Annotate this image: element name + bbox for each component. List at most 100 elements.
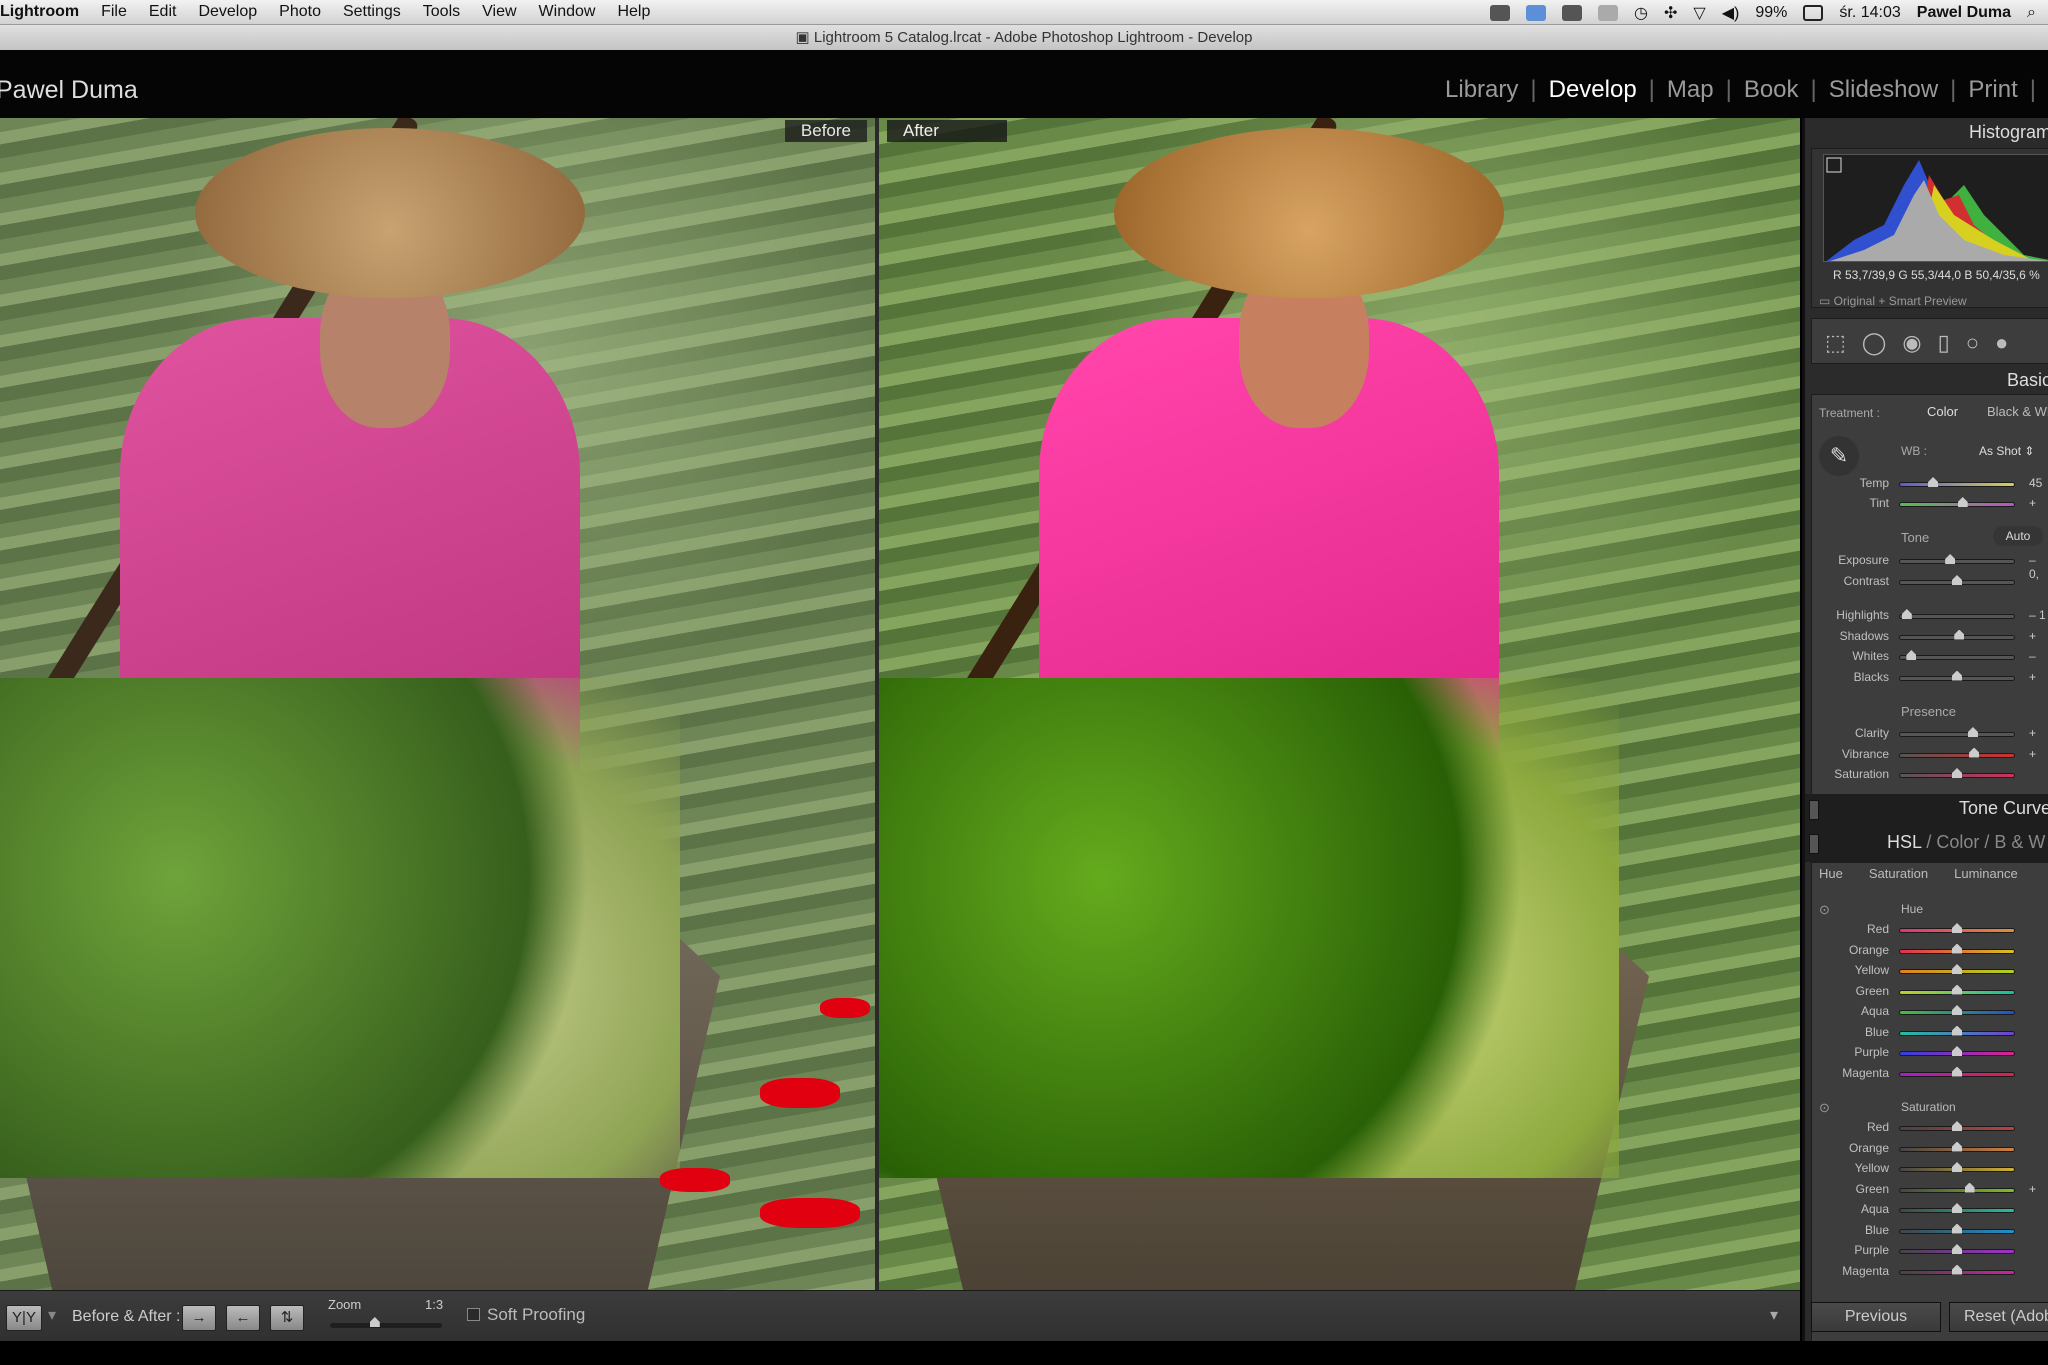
shadows-slider[interactable] bbox=[1899, 629, 2015, 640]
graduated-filter-icon[interactable]: ▯ bbox=[1938, 330, 1950, 356]
shadows-value[interactable]: + bbox=[2029, 629, 2036, 643]
time-machine-icon[interactable]: ◷ bbox=[1634, 3, 1648, 23]
menu-photo[interactable]: Photo bbox=[279, 3, 321, 21]
histogram-header[interactable]: Histogram bbox=[1805, 122, 2048, 143]
menu-develop[interactable]: Develop bbox=[198, 3, 257, 21]
tint-slider[interactable] bbox=[1899, 497, 2015, 507]
temp-slider[interactable] bbox=[1899, 477, 2015, 487]
view-mode-button[interactable]: Y|Y bbox=[6, 1305, 42, 1331]
orange-slider[interactable] bbox=[1899, 943, 2015, 954]
clipping-shadow-icon[interactable] bbox=[1826, 157, 1842, 173]
hsl-subtab-saturation[interactable]: Saturation bbox=[1869, 866, 1928, 881]
red-slider[interactable] bbox=[1899, 1121, 2015, 1131]
hsl-tab[interactable]: HSL bbox=[1887, 832, 1921, 852]
blue-slider[interactable] bbox=[1899, 1223, 2015, 1234]
reset-button[interactable]: Reset (Adobe) bbox=[1949, 1302, 2048, 1332]
hsl-toggle[interactable] bbox=[1809, 834, 1819, 854]
radial-filter-icon[interactable]: ○ bbox=[1966, 330, 1979, 356]
crop-overlay-icon[interactable]: ⬚ bbox=[1825, 330, 1846, 356]
bluetooth-icon[interactable]: ✣ bbox=[1664, 3, 1677, 23]
red-slider[interactable] bbox=[1899, 923, 2015, 933]
whites-slider[interactable] bbox=[1899, 650, 2015, 660]
whites-value[interactable]: – bbox=[2029, 649, 2036, 663]
saturation-slider[interactable] bbox=[1899, 768, 2015, 778]
menu-app[interactable]: Lightroom bbox=[0, 3, 79, 21]
green-slider[interactable] bbox=[1899, 1182, 2015, 1193]
spot-removal-icon[interactable]: ◯ bbox=[1862, 330, 1887, 356]
spotlight-icon[interactable]: ⌕ bbox=[2027, 4, 2036, 22]
swap-before-after-button[interactable]: ⇅ bbox=[270, 1305, 304, 1331]
bw-tab[interactable]: B & W bbox=[1994, 832, 2045, 852]
hue-target-icon[interactable]: ⊙ bbox=[1819, 902, 1830, 918]
treatment-color[interactable]: Color bbox=[1927, 404, 1958, 419]
adjustment-brush-icon[interactable]: ● bbox=[1995, 330, 2008, 356]
module-slideshow[interactable]: Slideshow bbox=[1829, 76, 1938, 104]
aqua-slider[interactable] bbox=[1899, 1005, 2015, 1015]
color-tab[interactable]: Color bbox=[1936, 832, 1979, 852]
zoom-slider-thumb[interactable] bbox=[369, 1317, 380, 1327]
previous-button[interactable]: Previous bbox=[1811, 1302, 1941, 1332]
volume-icon[interactable]: ◀) bbox=[1722, 3, 1740, 23]
after-photo[interactable]: After bbox=[879, 118, 1800, 1290]
chevron-down-icon[interactable]: ▾ bbox=[48, 1305, 56, 1325]
highlights-value[interactable]: – 1 bbox=[2029, 608, 2046, 622]
exposure-value[interactable]: – 0, bbox=[2029, 553, 2048, 581]
basic-header[interactable]: Basic bbox=[1805, 370, 2048, 391]
treatment-bw[interactable]: Black & White bbox=[1987, 404, 2048, 419]
clarity-slider[interactable] bbox=[1899, 727, 2015, 737]
user-name[interactable]: Pawel Duma bbox=[1917, 4, 2011, 22]
yellow-slider[interactable] bbox=[1899, 1162, 2015, 1172]
temp-value[interactable]: 45 bbox=[2029, 476, 2042, 490]
module-map[interactable]: Map bbox=[1667, 76, 1714, 104]
clarity-value[interactable]: + bbox=[2029, 726, 2036, 740]
blue-slider[interactable] bbox=[1899, 1025, 2015, 1036]
menu-settings[interactable]: Settings bbox=[343, 3, 401, 21]
before-photo[interactable]: Before bbox=[0, 118, 875, 1290]
magenta-slider[interactable] bbox=[1899, 1264, 2015, 1275]
module-develop[interactable]: Develop bbox=[1549, 76, 1637, 104]
menu-window[interactable]: Window bbox=[539, 3, 596, 21]
wb-eyedropper-icon[interactable]: ✎ bbox=[1819, 436, 1859, 476]
purple-slider[interactable] bbox=[1899, 1046, 2015, 1056]
menu-view[interactable]: View bbox=[482, 3, 516, 21]
exposure-slider[interactable] bbox=[1899, 554, 2015, 564]
vibrance-value[interactable]: + bbox=[2029, 747, 2036, 761]
battery-icon[interactable] bbox=[1803, 4, 1824, 21]
menu-file[interactable]: File bbox=[101, 3, 127, 21]
creative-cloud-icon[interactable] bbox=[1490, 4, 1511, 21]
yellow-slider[interactable] bbox=[1899, 964, 2015, 974]
aqua-slider[interactable] bbox=[1899, 1203, 2015, 1213]
magenta-slider[interactable] bbox=[1899, 1066, 2015, 1077]
original-smart-preview[interactable]: ▭ Original + Smart Preview bbox=[1819, 294, 1967, 308]
highlights-slider[interactable] bbox=[1899, 609, 2015, 619]
hsl-subtab-hue[interactable]: Hue bbox=[1819, 866, 1843, 881]
display-icon[interactable] bbox=[1562, 4, 1583, 21]
saturation-target-icon[interactable]: ⊙ bbox=[1819, 1100, 1830, 1116]
wb-select[interactable]: As Shot ⇕ bbox=[1979, 444, 2034, 458]
wifi-icon[interactable]: ▽ bbox=[1693, 3, 1705, 23]
module-library[interactable]: Library bbox=[1445, 76, 1518, 104]
green-value[interactable]: + bbox=[2029, 1182, 2036, 1196]
hsl-subtab-luminance[interactable]: Luminance bbox=[1954, 866, 2018, 881]
orange-slider[interactable] bbox=[1899, 1141, 2015, 1152]
clock[interactable]: śr. 14:03 bbox=[1839, 4, 1900, 22]
red-eye-icon[interactable]: ◉ bbox=[1902, 330, 1921, 356]
toolbar-menu-chevron-icon[interactable]: ▾ bbox=[1770, 1305, 1778, 1325]
module-print[interactable]: Print bbox=[1968, 76, 2017, 104]
menu-help[interactable]: Help bbox=[617, 3, 650, 21]
vibrance-slider[interactable] bbox=[1899, 747, 2015, 758]
dropbox-icon[interactable] bbox=[1526, 4, 1547, 21]
tint-value[interactable]: + bbox=[2029, 496, 2036, 510]
copy-before-to-after-button[interactable]: → bbox=[182, 1305, 216, 1331]
auto-tone-button[interactable]: Auto bbox=[1993, 526, 2043, 546]
zoom-slider[interactable] bbox=[330, 1317, 442, 1328]
green-slider[interactable] bbox=[1899, 984, 2015, 995]
blacks-value[interactable]: + bbox=[2029, 670, 2036, 684]
soft-proofing-checkbox[interactable] bbox=[467, 1308, 480, 1321]
contrast-slider[interactable] bbox=[1899, 575, 2015, 585]
tone-curve-title[interactable]: Tone Curve bbox=[1805, 798, 2048, 819]
blacks-slider[interactable] bbox=[1899, 670, 2015, 681]
copy-after-to-before-button[interactable]: ← bbox=[226, 1305, 260, 1331]
menu-edit[interactable]: Edit bbox=[149, 3, 177, 21]
headphones-icon[interactable] bbox=[1598, 4, 1619, 21]
